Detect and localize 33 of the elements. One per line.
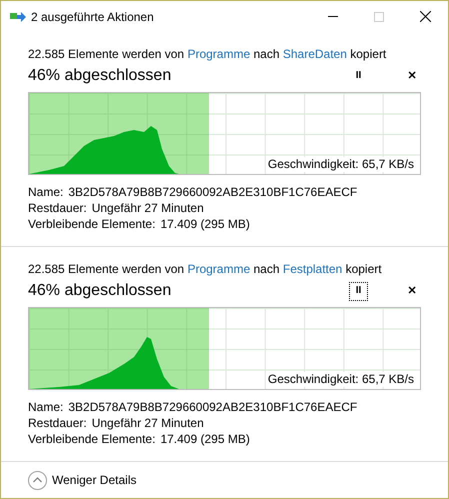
minimize-icon bbox=[328, 16, 338, 17]
pause-button[interactable]: II bbox=[350, 68, 367, 84]
pause-button[interactable]: II bbox=[350, 282, 367, 300]
copy-description: 22.585 Elemente werden von Programme nach Festplatten kopiert bbox=[28, 261, 383, 278]
cancel-button[interactable]: ✕ bbox=[405, 68, 419, 84]
source-link[interactable]: Programme bbox=[187, 47, 250, 61]
detail-value: Ungefähr 27 Minuten bbox=[92, 201, 204, 216]
speed-label: Geschwindigkeit: 65,7 KB/s bbox=[266, 372, 416, 387]
detail-label: Name: bbox=[28, 185, 64, 200]
detail-value: 17.409 (295 MB) bbox=[160, 217, 250, 232]
detail-value: 3B2D578A79B8B729660092AB2E310BF1C76EAECF bbox=[68, 400, 358, 415]
detail-value: Ungefähr 27 Minuten bbox=[92, 416, 204, 431]
progress-heading: 46% abgeschlossen bbox=[28, 281, 172, 301]
fewer-details-button[interactable]: Weniger Details bbox=[28, 470, 136, 490]
detail-label: Restdauer: bbox=[28, 416, 87, 431]
detail-value: 17.409 (295 MB) bbox=[160, 432, 250, 447]
window-title: 2 ausgeführte Aktionen bbox=[31, 8, 155, 26]
detail-value: 3B2D578A79B8B729660092AB2E310BF1C76EAECF bbox=[68, 185, 358, 200]
cancel-button[interactable]: ✕ bbox=[405, 282, 419, 300]
copy-icon bbox=[10, 12, 26, 22]
close-icon bbox=[420, 11, 430, 22]
source-link[interactable]: Programme bbox=[187, 262, 250, 276]
copy-description: 22.585 Elemente werden von Programme nach ShareDaten kopiert bbox=[28, 46, 388, 63]
detail-label: Restdauer: bbox=[28, 201, 87, 216]
destination-link[interactable]: ShareDaten bbox=[282, 47, 347, 61]
progress-heading: 46% abgeschlossen bbox=[28, 66, 172, 86]
maximize-icon bbox=[374, 12, 384, 22]
detail-label: Verbleibende Elemente: bbox=[28, 217, 156, 232]
destination-link[interactable]: Festplatten bbox=[282, 262, 342, 276]
speed-label: Geschwindigkeit: 65,7 KB/s bbox=[266, 157, 416, 172]
detail-label: Name: bbox=[28, 400, 64, 415]
detail-label: Verbleibende Elemente: bbox=[28, 432, 156, 447]
chevron-up-icon bbox=[28, 470, 47, 490]
